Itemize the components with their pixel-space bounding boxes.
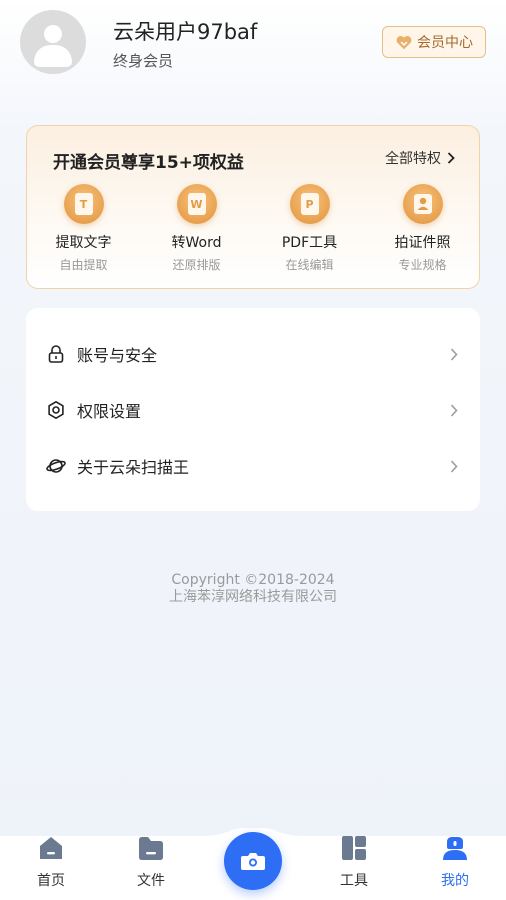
all-privileges-link[interactable]: 全部特权 (385, 148, 455, 168)
vip-card-title: 开通会员尊享15+项权益 (53, 153, 244, 173)
tab-label: 文件 (137, 873, 165, 889)
gear-icon (48, 401, 64, 419)
member-type: 终身会员 (113, 52, 174, 70)
chevron-right-icon (450, 347, 458, 361)
tools-grid-icon (342, 836, 366, 860)
profile-header: 云朵用户97baf 终身会员 会员中心 (20, 10, 486, 80)
perk-pdf-tools[interactable]: P PDF工具 在线编辑 (253, 184, 366, 273)
settings-item-label: 账号与安全 (77, 346, 158, 365)
perk-id-photo[interactable]: 拍证件照 专业规格 (366, 184, 479, 273)
id-photo-icon (402, 184, 443, 224)
tab-home[interactable]: 首页 (11, 834, 91, 894)
perk-name: 提取文字 (55, 235, 112, 251)
all-privileges-label: 全部特权 (385, 151, 441, 167)
perk-list: T 提取文字 自由提取 W 转Word 还原排版 P PDF工具 在线编辑 拍证… (27, 184, 479, 273)
perk-subtitle: 自由提取 (59, 258, 108, 272)
avatar[interactable] (20, 10, 86, 74)
copyright-line: Copyright ©2018-2024 (171, 572, 335, 588)
settings-item-label: 权限设置 (77, 402, 142, 421)
perk-name: PDF工具 (281, 235, 338, 251)
settings-item-permissions[interactable]: 权限设置 (26, 382, 480, 438)
home-icon (40, 837, 62, 859)
tab-files[interactable]: 文件 (111, 834, 191, 894)
settings-item-about[interactable]: 关于云朵扫描王 (26, 438, 480, 494)
camera-icon (241, 853, 265, 870)
perk-to-word[interactable]: W 转Word 还原排版 (140, 184, 253, 273)
settings-list: 账号与安全 权限设置 关于云朵扫描王 (26, 308, 480, 511)
perk-name: 拍证件照 (394, 235, 451, 251)
vip-center-button[interactable]: 会员中心 (382, 26, 486, 58)
vip-center-label: 会员中心 (417, 35, 473, 51)
tab-mine[interactable]: 我的 (415, 834, 495, 894)
chevron-right-icon (450, 459, 458, 473)
lock-icon (48, 345, 64, 363)
tab-label: 首页 (37, 873, 65, 889)
folder-icon (139, 837, 163, 860)
settings-item-account-security[interactable]: 账号与安全 (26, 326, 480, 382)
username: 云朵用户97baf (113, 20, 258, 44)
pdf-icon: P (289, 184, 330, 224)
chevron-right-icon (450, 403, 458, 417)
bottom-tab-bar: 首页 文件 工具 我的 (0, 828, 506, 900)
planet-icon (46, 459, 66, 473)
profile-icon (443, 837, 467, 860)
vip-heart-icon (396, 36, 412, 50)
perk-subtitle: 在线编辑 (285, 258, 334, 272)
text-extract-icon: T (63, 184, 104, 224)
word-icon: W (176, 184, 217, 224)
chevron-right-icon (447, 152, 455, 164)
tab-tools[interactable]: 工具 (314, 834, 394, 894)
vip-benefits-card: 开通会员尊享15+项权益 全部特权 T 提取文字 自由提取 W 转Word 还原… (26, 125, 480, 289)
perk-text-extract[interactable]: T 提取文字 自由提取 (27, 184, 140, 273)
copyright: Copyright ©2018-2024 上海苯淳网络科技有限公司 (0, 572, 506, 606)
perk-subtitle: 专业规格 (398, 258, 447, 272)
perk-subtitle: 还原排版 (172, 258, 221, 272)
tab-label: 我的 (441, 873, 469, 889)
company-name: 上海苯淳网络科技有限公司 (169, 589, 337, 605)
camera-scan-button[interactable] (224, 832, 282, 890)
settings-item-label: 关于云朵扫描王 (77, 458, 190, 477)
tab-label: 工具 (340, 873, 368, 889)
perk-name: 转Word (171, 235, 222, 251)
